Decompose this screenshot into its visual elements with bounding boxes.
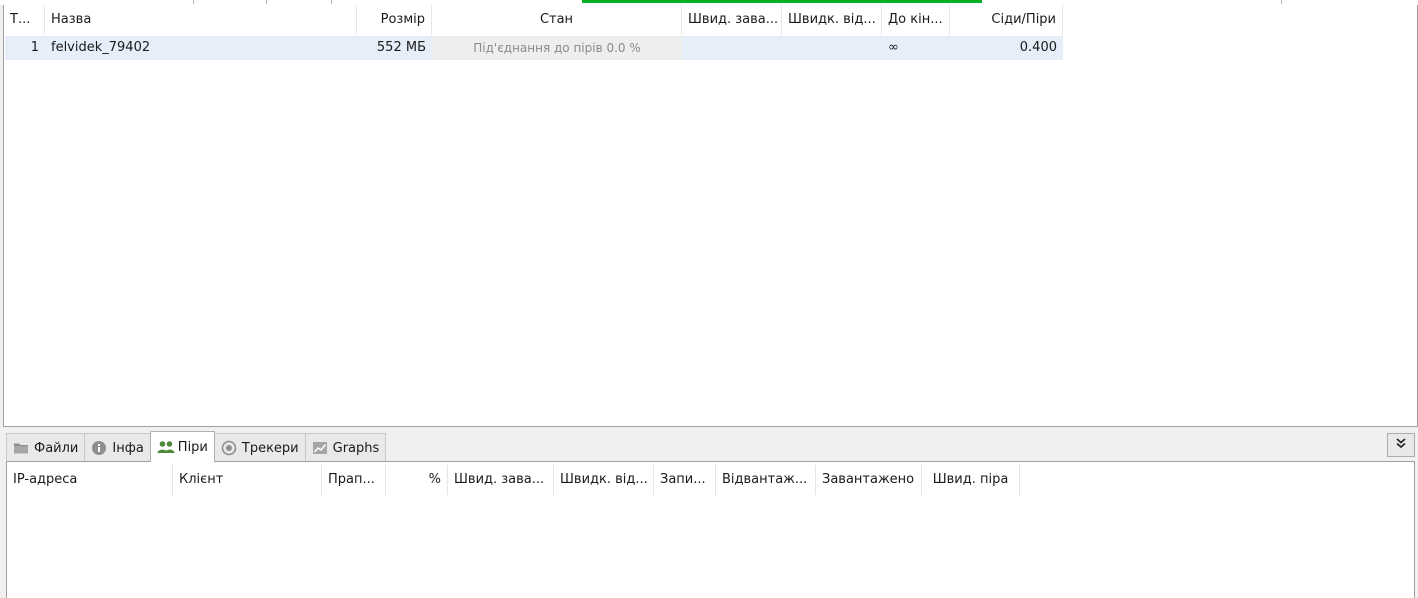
tab-label: Піри [177, 439, 208, 455]
column-header-client[interactable]: Клієнт [173, 465, 322, 495]
column-header-ratio[interactable]: Сіди/Піри [950, 5, 1063, 35]
info-icon [91, 440, 107, 456]
column-header-flags[interactable]: Прап... [322, 465, 386, 495]
tab-info[interactable]: Інфа [84, 433, 151, 462]
column-header-upload-speed[interactable]: Швидк. від... [782, 5, 882, 35]
torrent-status: Під'єднання до пірів 0.0 % [432, 36, 682, 60]
column-header-queue[interactable]: Т... [4, 5, 45, 35]
column-header-progress[interactable]: % [386, 465, 448, 495]
torrent-ratio: 0.400 [1019, 40, 1057, 55]
column-header-ip[interactable]: IP-адреса [7, 465, 173, 495]
column-header-downloaded[interactable]: Завантажено [816, 465, 922, 495]
tab-peers[interactable]: Піри [149, 431, 215, 462]
column-header-download-speed[interactable]: Швид. зава... [682, 5, 782, 35]
divider [331, 0, 332, 4]
tab-trackers[interactable]: Трекери [213, 433, 306, 462]
torrent-size: 552 МБ [376, 40, 426, 55]
peers-list[interactable]: IP-адреса Клієнт Прап... % Швид. зава...… [6, 461, 1415, 598]
divider [266, 0, 267, 4]
column-header-name[interactable]: Назва [45, 5, 357, 35]
tab-files[interactable]: Файли [6, 433, 86, 462]
torrent-eta: ∞ [888, 40, 899, 55]
torrent-upload-speed [782, 36, 882, 60]
tracker-icon [221, 440, 237, 456]
column-header-size[interactable]: Розмір [357, 5, 432, 35]
double-chevron-down-icon [1395, 437, 1407, 453]
torrent-index: 1 [30, 40, 39, 55]
tab-graphs[interactable]: Graphs [304, 433, 387, 462]
column-header-status[interactable]: Стан [432, 5, 682, 35]
properties-tabs: Файли Інфа Піри Трекери Graphs [6, 431, 387, 462]
torrent-row[interactable]: 1 felvidek_79402 552 МБ Під'єднання до п… [5, 36, 1063, 60]
tab-label: Трекери [241, 440, 299, 456]
divider [193, 0, 194, 4]
peers-icon [157, 439, 175, 455]
app-window: Т... Назва Розмір Стан Швид. зава... Шви… [0, 0, 1418, 598]
column-header-upload-speed[interactable]: Швидк. від... [554, 465, 654, 495]
torrent-download-speed [682, 36, 782, 60]
tab-label: Файли [34, 440, 79, 456]
progress-bar-fragment [582, 0, 982, 3]
column-header-download-speed[interactable]: Швид. зава... [448, 465, 554, 495]
column-header-requests[interactable]: Запи... [654, 465, 716, 495]
column-header-eta[interactable]: До кін... [882, 5, 950, 35]
graph-icon [312, 440, 328, 456]
collapse-panel-button[interactable] [1387, 433, 1415, 457]
torrent-list-header: Т... Назва Розмір Стан Швид. зава... Шви… [4, 5, 1063, 35]
column-header-uploaded[interactable]: Відвантаж... [716, 465, 816, 495]
column-header-peer-speed[interactable]: Швид. піра [922, 465, 1020, 495]
divider [1281, 0, 1282, 4]
peers-list-header: IP-адреса Клієнт Прап... % Швид. зава...… [7, 465, 1020, 495]
torrent-name: felvidek_79402 [51, 40, 151, 55]
tab-label: Інфа [112, 440, 144, 456]
torrent-list[interactable]: Т... Назва Розмір Стан Швид. зава... Шви… [3, 5, 1418, 427]
tab-label: Graphs [332, 440, 380, 456]
folder-icon [13, 440, 29, 456]
